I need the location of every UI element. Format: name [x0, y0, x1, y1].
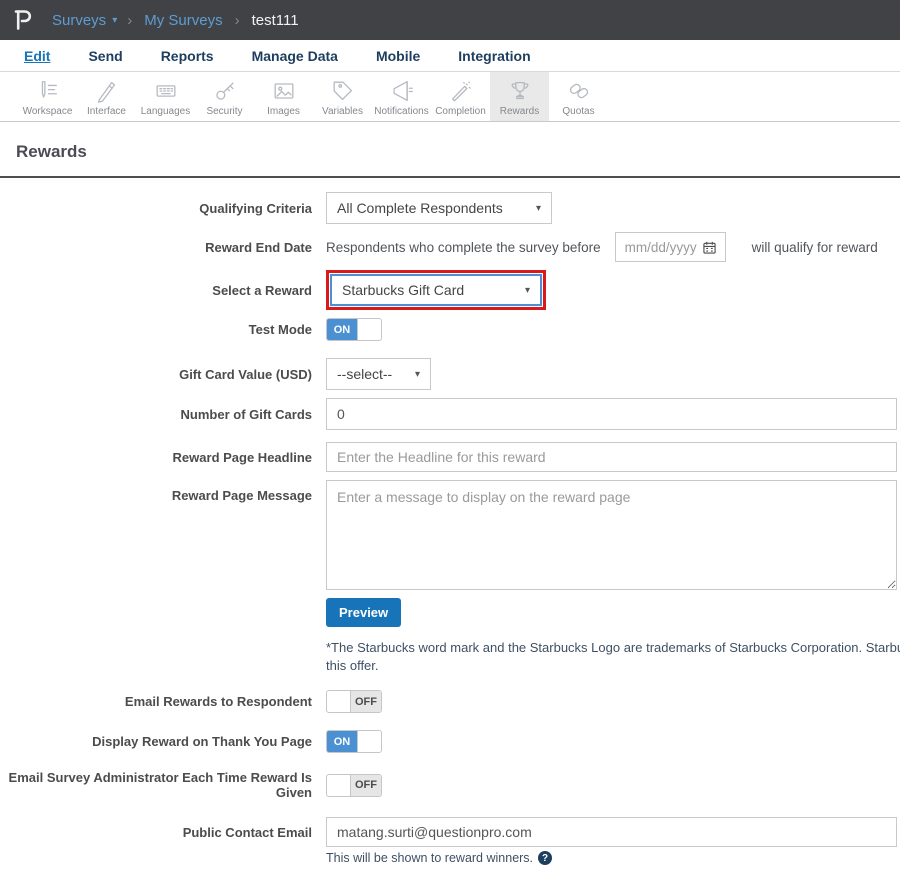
toggle-knob: [327, 775, 351, 796]
reward-page-message-label: Reward Page Message: [0, 480, 312, 503]
gift-card-value-label: Gift Card Value (USD): [0, 367, 312, 382]
breadcrumb-survey-name: test111: [252, 12, 299, 29]
gift-card-value-value: --select--: [337, 366, 392, 382]
toolbar-item-images[interactable]: Images: [254, 72, 313, 121]
toolbar-item-rewards[interactable]: Rewards: [490, 72, 549, 121]
end-date-prefix-text: Respondents who complete the survey befo…: [326, 240, 601, 255]
email-admin-toggle[interactable]: OFF: [326, 774, 382, 797]
display-reward-row: Display Reward on Thank You Page ON: [0, 730, 900, 753]
notifications-icon: [389, 77, 415, 105]
public-email-help-text: This will be shown to reward winners.: [326, 851, 533, 865]
select-reward-value: Starbucks Gift Card: [342, 282, 464, 298]
calendar-icon[interactable]: [703, 241, 716, 254]
qualifying-criteria-row: Qualifying Criteria All Complete Respond…: [0, 192, 900, 224]
images-icon: [271, 77, 297, 105]
gift-card-value-row: Gift Card Value (USD) --select-- ▾: [0, 358, 900, 390]
toolbar-item-notifications[interactable]: Notifications: [372, 72, 431, 121]
toolbar-item-interface[interactable]: Interface: [77, 72, 136, 121]
chevron-right-icon: ›: [235, 12, 240, 29]
public-contact-email-row: Public Contact Email: [0, 817, 900, 847]
preview-button[interactable]: Preview: [326, 598, 401, 627]
annotation-highlight-select-reward: Starbucks Gift Card ▾: [326, 270, 546, 310]
email-rewards-row: Email Rewards to Respondent OFF: [0, 690, 900, 713]
rewards-form: Qualifying Criteria All Complete Respond…: [0, 178, 900, 874]
public-email-help: This will be shown to reward winners. ?: [326, 851, 900, 865]
email-admin-row: Email Survey Administrator Each Time Rew…: [0, 770, 900, 800]
interface-icon: [94, 77, 120, 105]
main-menu: Edit Send Reports Manage Data Mobile Int…: [0, 40, 900, 72]
end-date-field[interactable]: [615, 232, 726, 262]
email-rewards-toggle[interactable]: OFF: [326, 690, 382, 713]
reward-end-date-label: Reward End Date: [0, 240, 312, 255]
preview-row: Preview: [0, 598, 900, 627]
qualifying-criteria-value: All Complete Respondents: [337, 200, 503, 216]
tab-reports[interactable]: Reports: [161, 48, 214, 64]
qualifying-criteria-select[interactable]: All Complete Respondents ▾: [326, 192, 552, 224]
breadcrumb-my-surveys[interactable]: My Surveys: [144, 12, 222, 29]
public-contact-email-label: Public Contact Email: [0, 825, 312, 840]
toolbar-item-security[interactable]: Security: [195, 72, 254, 121]
dropdown-caret-icon: ▾: [536, 203, 541, 214]
display-reward-label: Display Reward on Thank You Page: [0, 734, 312, 749]
tab-edit[interactable]: Edit: [24, 48, 50, 64]
select-reward-select[interactable]: Starbucks Gift Card ▾: [330, 274, 542, 306]
variables-icon: [330, 77, 356, 105]
top-navbar: Surveys ▾ › My Surveys › test111: [0, 0, 900, 40]
reward-page-message-row: Reward Page Message: [0, 480, 900, 590]
test-mode-row: Test Mode ON: [0, 318, 900, 341]
number-of-gift-cards-label: Number of Gift Cards: [0, 407, 312, 422]
reward-end-date-row: Reward End Date Respondents who complete…: [0, 232, 900, 262]
gift-card-value-select[interactable]: --select-- ▾: [326, 358, 431, 390]
toggle-state-text: OFF: [351, 691, 381, 712]
dropdown-caret-icon: ▾: [525, 285, 530, 296]
test-mode-label: Test Mode: [0, 322, 312, 337]
workspace-icon: [35, 77, 61, 105]
toolbar-item-variables[interactable]: Variables: [313, 72, 372, 121]
help-question-icon[interactable]: ?: [538, 851, 552, 865]
toggle-knob: [327, 691, 351, 712]
tab-mobile[interactable]: Mobile: [376, 48, 420, 64]
caret-down-icon[interactable]: ▾: [112, 15, 117, 26]
reward-page-headline-input[interactable]: [326, 442, 897, 472]
email-rewards-label: Email Rewards to Respondent: [0, 694, 312, 709]
tab-send[interactable]: Send: [88, 48, 122, 64]
qualifying-criteria-label: Qualifying Criteria: [0, 201, 312, 216]
rewards-trophy-icon: [507, 77, 533, 105]
questionpro-logo[interactable]: [12, 8, 34, 32]
email-admin-label: Email Survey Administrator Each Time Rew…: [0, 770, 312, 800]
toggle-knob: [357, 731, 381, 752]
toggle-state-text: ON: [327, 319, 357, 340]
quotas-icon: [566, 77, 592, 105]
dropdown-caret-icon: ▾: [415, 369, 420, 380]
end-date-input[interactable]: [625, 240, 703, 255]
starbucks-disclaimer-text: *The Starbucks word mark and the Starbuc…: [326, 639, 900, 674]
reward-page-headline-label: Reward Page Headline: [0, 450, 312, 465]
toggle-state-text: ON: [327, 731, 357, 752]
toggle-state-text: OFF: [351, 775, 381, 796]
select-reward-row: Select a Reward Starbucks Gift Card ▾: [0, 270, 900, 310]
end-date-suffix-text: will qualify for reward: [752, 240, 878, 255]
toggle-knob: [357, 319, 381, 340]
reward-page-headline-row: Reward Page Headline: [0, 442, 900, 472]
reward-page-message-textarea[interactable]: [326, 480, 897, 590]
toolbar-item-languages[interactable]: Languages: [136, 72, 195, 121]
number-of-gift-cards-row: Number of Gift Cards: [0, 398, 900, 430]
languages-icon: [153, 77, 179, 105]
edit-toolbar: Workspace Interface Languages Security I…: [0, 72, 900, 122]
number-of-gift-cards-input[interactable]: [326, 398, 897, 430]
tab-manage-data[interactable]: Manage Data: [252, 48, 338, 64]
tab-integration[interactable]: Integration: [458, 48, 530, 64]
completion-icon: [448, 77, 474, 105]
page-title: Rewards: [0, 122, 900, 176]
toolbar-item-workspace[interactable]: Workspace: [18, 72, 77, 121]
select-reward-label: Select a Reward: [0, 283, 312, 298]
breadcrumb-surveys[interactable]: Surveys: [52, 12, 106, 29]
security-icon: [212, 77, 238, 105]
chevron-right-icon: ›: [127, 12, 132, 29]
test-mode-toggle[interactable]: ON: [326, 318, 382, 341]
display-reward-toggle[interactable]: ON: [326, 730, 382, 753]
public-contact-email-input[interactable]: [326, 817, 897, 847]
toolbar-item-quotas[interactable]: Quotas: [549, 72, 608, 121]
toolbar-item-completion[interactable]: Completion: [431, 72, 490, 121]
